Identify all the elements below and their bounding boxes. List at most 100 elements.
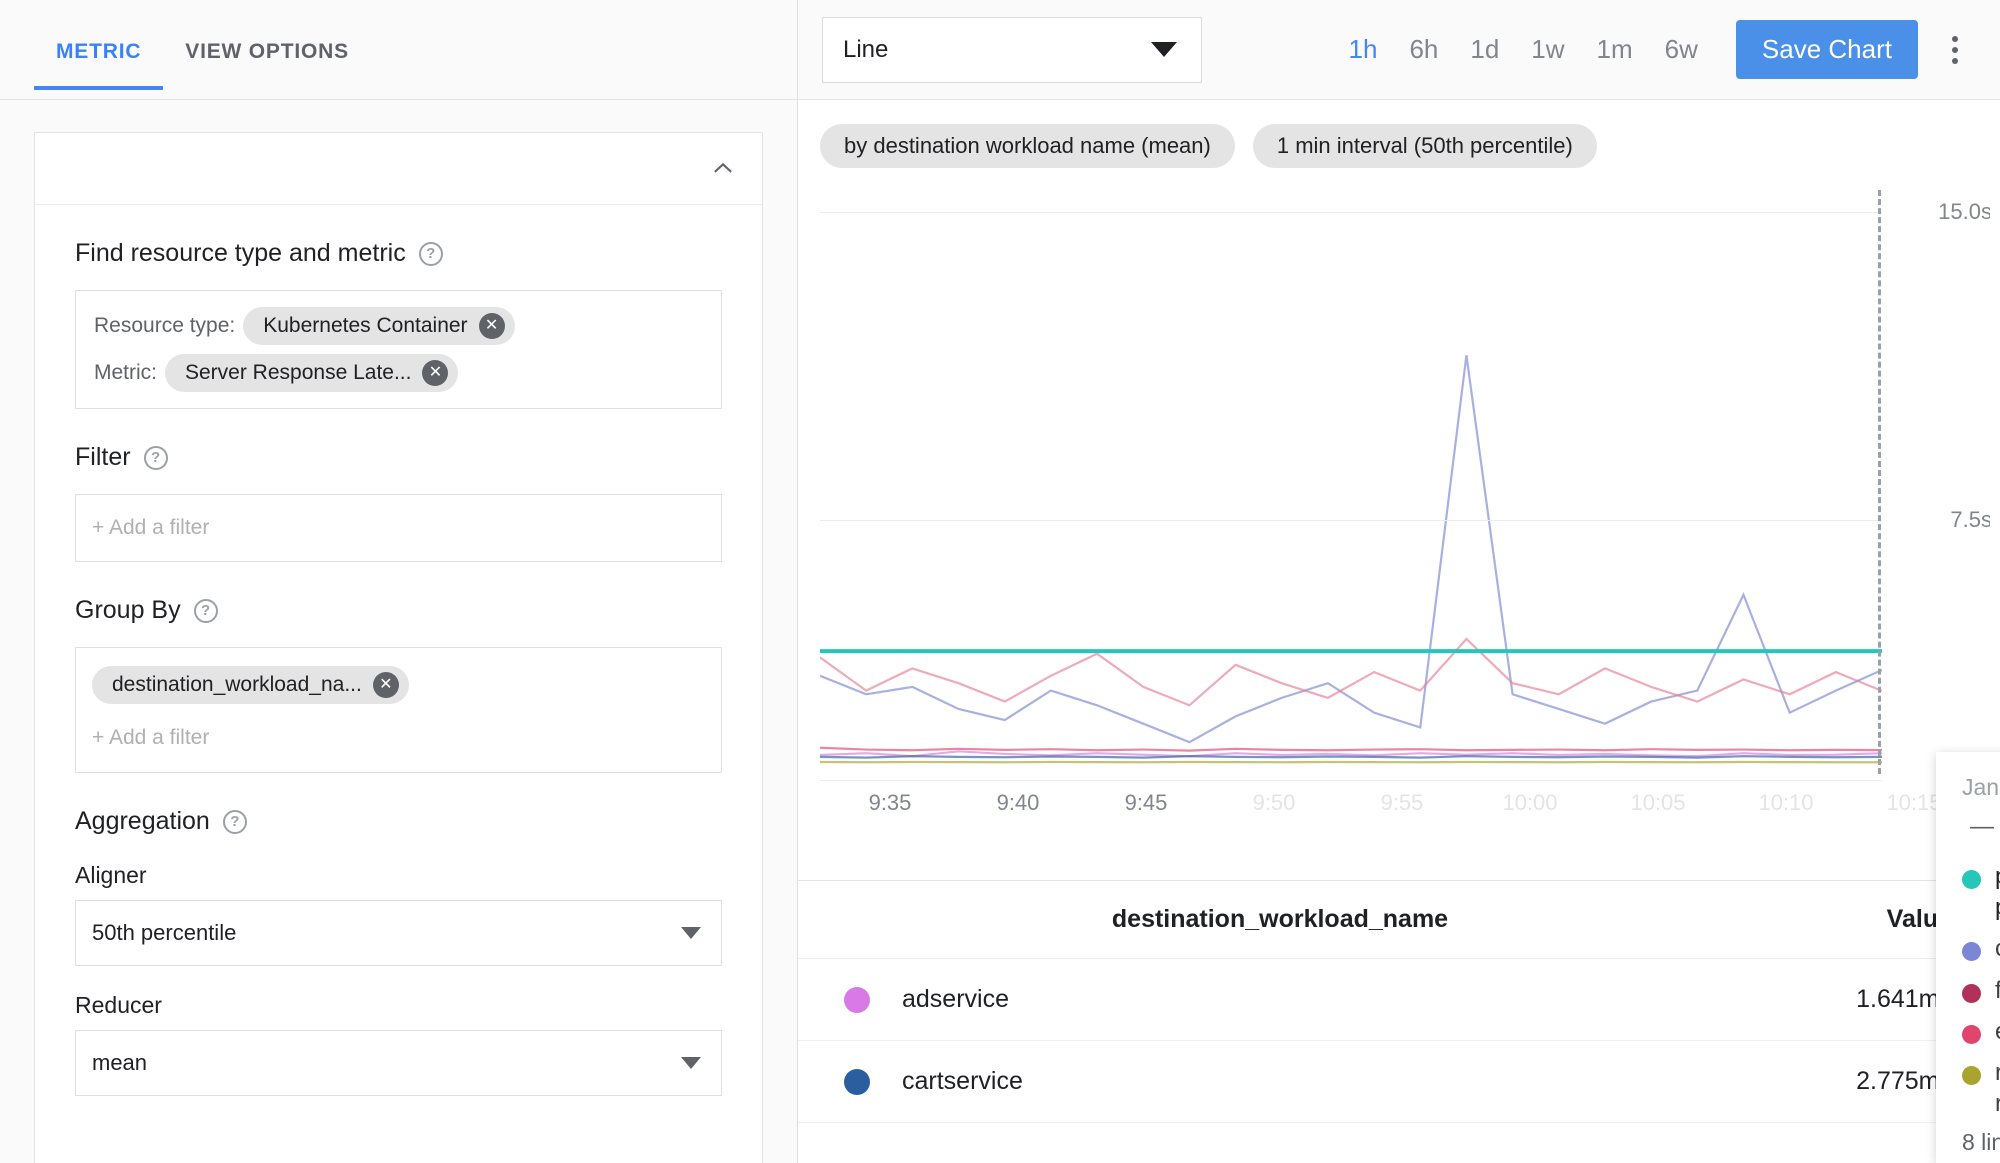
chart-summary-chips: by destination workload name (mean) 1 mi… bbox=[798, 100, 2000, 168]
metric-label: Metric: bbox=[94, 361, 157, 384]
panel-tabs: METRIC VIEW OPTIONS bbox=[0, 0, 797, 100]
x-tick-label: 9:55 bbox=[1380, 790, 1424, 815]
chevron-down-icon bbox=[681, 1057, 701, 1069]
aggregation-heading-label: Aggregation bbox=[75, 807, 210, 835]
tooltip-series-name: recommendationservice recommendationserv… bbox=[1995, 1058, 2000, 1118]
chart-area[interactable]: 15.0s 7.5s 0 9:35 9:40 9:45 9:50 9:55 10… bbox=[798, 180, 2000, 830]
remove-metric-icon[interactable]: ✕ bbox=[422, 360, 449, 386]
reducer-value: mean bbox=[92, 1050, 148, 1075]
series-color-dot bbox=[844, 1068, 870, 1095]
help-icon[interactable]: ? bbox=[193, 598, 218, 623]
legend-row-name: cartservice bbox=[902, 1067, 1023, 1095]
x-tick-label: 9:35 bbox=[868, 790, 912, 815]
tooltip-series-name: emailservice emailservice bbox=[1995, 1016, 2000, 1047]
legend-column-name: destination_workload_name bbox=[1111, 905, 1449, 933]
tab-view-options[interactable]: VIEW OPTIONS bbox=[163, 34, 371, 90]
remove-resource-type-icon[interactable]: ✕ bbox=[478, 313, 505, 339]
resource-type-label: Resource type: bbox=[94, 314, 236, 337]
table-row[interactable]: adservice 1.641ms bbox=[798, 959, 2000, 1041]
metrics-explorer-app: METRIC VIEW OPTIONS Find resource type a… bbox=[0, 0, 2000, 1163]
kebab-menu-icon[interactable] bbox=[1932, 27, 1978, 73]
reducer-select[interactable]: mean bbox=[75, 1030, 722, 1096]
tooltip-row: productcatalogservice-v2 productcatalogs… bbox=[1962, 861, 2000, 923]
reducer-label: Reducer bbox=[75, 992, 162, 1018]
range-1w[interactable]: 1w bbox=[1515, 28, 1580, 71]
y-tick-label: 15.0s bbox=[1938, 199, 1992, 224]
tooltip-series-name: frontend frontend bbox=[1995, 976, 2000, 1004]
legend-row-name: adservice bbox=[902, 985, 1009, 1013]
group-by-heading: Group By ? bbox=[75, 596, 722, 625]
aligner-label: Aligner bbox=[75, 862, 147, 888]
metric-row: Metric: Server Response Late... ✕ bbox=[94, 354, 703, 392]
chevron-down-icon bbox=[681, 927, 701, 939]
metric-config-panel: METRIC VIEW OPTIONS Find resource type a… bbox=[0, 0, 798, 1163]
resource-type-row: Resource type: Kubernetes Container ✕ bbox=[94, 307, 703, 345]
range-6h[interactable]: 6h bbox=[1393, 28, 1454, 71]
tab-view-options-label: VIEW OPTIONS bbox=[185, 40, 349, 63]
chart-panel: Line 1h 6h 1d 1w 1m 6w Save Chart by des… bbox=[798, 0, 2000, 1163]
x-tick-label: 10:00 bbox=[1502, 790, 1558, 815]
filter-placeholder: + Add a filter bbox=[92, 516, 210, 539]
group-by-chip[interactable]: destination_workload_na... ✕ bbox=[92, 666, 409, 704]
series-color-dot bbox=[1962, 1065, 1981, 1085]
x-tick-label: 10:15 bbox=[1886, 790, 1942, 815]
filter-heading-label: Filter bbox=[75, 443, 131, 471]
series-line bbox=[820, 756, 1882, 757]
metric-chip-label: Server Response Late... bbox=[185, 361, 412, 384]
legend-row-value: 1.641ms bbox=[1856, 985, 1952, 1013]
metric-card-header bbox=[35, 133, 762, 205]
plot-region[interactable] bbox=[820, 190, 1882, 781]
series-line bbox=[820, 639, 1882, 705]
group-by-input[interactable]: destination_workload_na... ✕ + Add a fil… bbox=[75, 647, 722, 773]
series-color-dot bbox=[1962, 870, 1981, 889]
range-6w[interactable]: 6w bbox=[1649, 28, 1714, 71]
group-by-chip-label: destination_workload_na... bbox=[112, 673, 362, 696]
y-tick-label: 7.5s bbox=[1950, 507, 1992, 532]
chart-type-value: Line bbox=[843, 35, 889, 63]
series-color-dot bbox=[1962, 1024, 1981, 1044]
chip-interval-summary[interactable]: 1 min interval (50th percentile) bbox=[1252, 124, 1597, 168]
range-1m[interactable]: 1m bbox=[1581, 28, 1649, 71]
series-color-dot bbox=[1962, 942, 1981, 962]
tooltip-more-lines: 8 lines below bbox=[1962, 1129, 2000, 1156]
help-icon[interactable]: ? bbox=[222, 809, 247, 834]
series-line bbox=[820, 748, 1882, 751]
chart-toolbar: Line 1h 6h 1d 1w 1m 6w Save Chart bbox=[798, 0, 2000, 100]
tooltip-dash: — bbox=[1970, 813, 1994, 840]
x-tick-label: 10:05 bbox=[1630, 790, 1686, 815]
cursor-line bbox=[1878, 190, 1881, 774]
help-icon[interactable]: ? bbox=[418, 241, 443, 266]
chart-svg bbox=[820, 190, 1882, 774]
tab-metric[interactable]: METRIC bbox=[34, 34, 164, 90]
group-by-heading-label: Group By bbox=[75, 596, 181, 624]
remove-group-by-icon[interactable]: ✕ bbox=[372, 672, 399, 698]
filter-heading: Filter ? bbox=[75, 443, 722, 472]
save-chart-button[interactable]: Save Chart bbox=[1735, 20, 1918, 79]
aligner-select[interactable]: 50th percentile bbox=[75, 900, 722, 966]
x-tick-label: 9:45 bbox=[1124, 790, 1168, 815]
chart-hover-tooltip: Jan 31, 2019 10:26 AM — productcatalogse… bbox=[1936, 752, 2000, 1163]
tab-metric-label: METRIC bbox=[56, 40, 142, 63]
find-resource-heading: Find resource type and metric ? bbox=[75, 239, 722, 268]
legend-table-header: destination_workload_name Value bbox=[798, 881, 2000, 959]
resource-type-chip[interactable]: Kubernetes Container ✕ bbox=[243, 307, 515, 345]
gridline bbox=[820, 212, 1882, 213]
aligner-value: 50th percentile bbox=[92, 920, 237, 945]
range-1h[interactable]: 1h bbox=[1333, 28, 1394, 71]
chip-group-by-summary[interactable]: by destination workload name (mean) bbox=[820, 124, 1235, 168]
metric-chip[interactable]: Server Response Late... ✕ bbox=[165, 354, 459, 392]
filter-input[interactable]: + Add a filter bbox=[75, 494, 722, 562]
chevron-up-icon[interactable] bbox=[706, 152, 740, 186]
chart-type-select[interactable]: Line bbox=[822, 16, 1202, 83]
help-icon[interactable]: ? bbox=[143, 445, 168, 470]
x-tick-label: 9:40 bbox=[996, 790, 1040, 815]
metric-card: Find resource type and metric ? Resource… bbox=[34, 132, 763, 1163]
legend-row-value: 2.775ms bbox=[1856, 1067, 1952, 1095]
range-1d[interactable]: 1d bbox=[1454, 28, 1515, 71]
tooltip-row: recommendationservice recommendationserv… bbox=[1962, 1057, 2000, 1119]
table-row[interactable]: cartservice 2.775ms bbox=[798, 1041, 2000, 1123]
resource-metric-box: Resource type: Kubernetes Container ✕ Me… bbox=[75, 290, 722, 409]
tooltip-row: checkoutservice checkoutservice 2.56s bbox=[1962, 933, 2000, 964]
gridline bbox=[820, 520, 1882, 521]
metric-card-body: Find resource type and metric ? Resource… bbox=[35, 205, 762, 1136]
